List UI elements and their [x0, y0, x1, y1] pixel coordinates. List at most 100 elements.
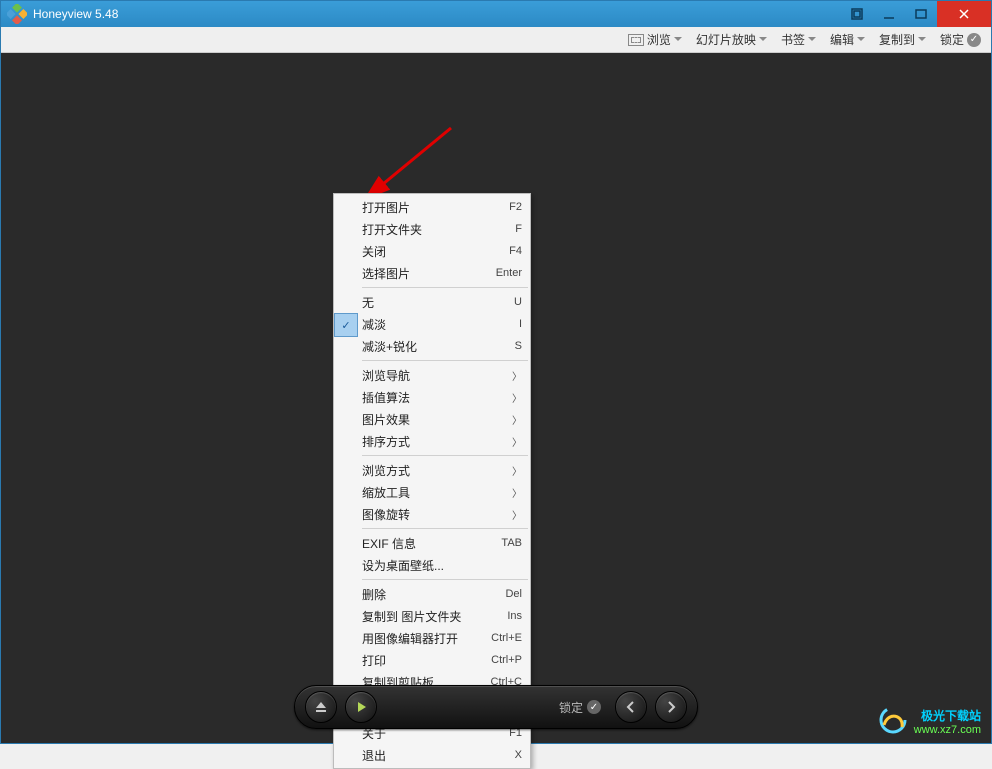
menu-item-label: EXIF 信息 — [362, 535, 501, 552]
menu-item-label: 图片效果 — [362, 411, 512, 428]
menu-item-label: 浏览方式 — [362, 462, 512, 479]
menu-item[interactable]: 无U — [334, 291, 530, 313]
menu-item-shortcut: S — [515, 340, 522, 352]
menu-item-label: 缩放工具 — [362, 484, 512, 501]
menu-separator — [362, 528, 528, 529]
menu-item-shortcut: X — [515, 749, 522, 761]
menu-item-shortcut: U — [514, 296, 522, 308]
menu-item-label: 选择图片 — [362, 265, 496, 282]
app-window: Honeyview 5.48 浏览幻灯片放映书签编辑复制到锁定 打开图片F2打开… — [0, 0, 992, 744]
menu-item-label: 退出 — [362, 747, 515, 764]
menu-item-shortcut: TAB — [501, 537, 522, 549]
chevron-down-icon — [759, 37, 767, 45]
next-button[interactable] — [655, 691, 687, 723]
image-viewport[interactable]: 打开图片F2打开文件夹F关闭F4选择图片Enter无U减淡I减淡+锐化S浏览导航… — [1, 53, 991, 743]
watermark-logo-icon — [876, 703, 910, 737]
menu-item-label: 图像旋转 — [362, 506, 512, 523]
menu-item[interactable]: 设为桌面壁纸... — [334, 554, 530, 576]
chevron-right-icon: 〉 — [512, 485, 522, 500]
menu-item-shortcut: F4 — [509, 245, 522, 257]
toolbar-bookmarks[interactable]: 书签 — [777, 29, 820, 50]
lock-toggle[interactable]: 锁定 — [553, 699, 607, 716]
menu-item[interactable]: 减淡I — [334, 313, 530, 335]
window-title: Honeyview 5.48 — [33, 7, 841, 21]
menu-item-shortcut: Ins — [507, 610, 522, 622]
toolbar-edit[interactable]: 编辑 — [826, 29, 869, 50]
menu-item-shortcut: Enter — [496, 267, 522, 279]
chevron-down-icon — [674, 37, 682, 45]
app-logo-icon — [7, 4, 27, 24]
minimize-button[interactable] — [873, 1, 905, 27]
play-button[interactable] — [345, 691, 377, 723]
menu-item[interactable]: 浏览方式〉 — [334, 459, 530, 481]
context-menu: 打开图片F2打开文件夹F关闭F4选择图片Enter无U减淡I减淡+锐化S浏览导航… — [333, 193, 531, 769]
toolbar: 浏览 幻灯片放映 书签 编辑 复制到 锁定 — [1, 27, 991, 53]
toolbar-label: 浏览 — [647, 31, 671, 48]
menu-separator — [362, 287, 528, 288]
toolbar-slideshow[interactable]: 幻灯片放映 — [692, 29, 771, 50]
menu-item-label: 打印 — [362, 652, 491, 669]
menu-item[interactable]: 退出X — [334, 744, 530, 766]
menu-item[interactable]: 选择图片Enter — [334, 262, 530, 284]
menu-item[interactable]: 打开图片F2 — [334, 196, 530, 218]
chevron-right-icon: 〉 — [512, 434, 522, 449]
menu-item[interactable]: 用图像编辑器打开Ctrl+E — [334, 627, 530, 649]
close-button[interactable] — [937, 1, 991, 27]
menu-item[interactable]: 缩放工具〉 — [334, 481, 530, 503]
menu-item-label: 用图像编辑器打开 — [362, 630, 491, 647]
prev-button[interactable] — [615, 691, 647, 723]
eject-button[interactable] — [305, 691, 337, 723]
menu-item-label: 排序方式 — [362, 433, 512, 450]
menu-item[interactable]: 打印Ctrl+P — [334, 649, 530, 671]
toolbar-label: 复制到 — [879, 31, 915, 48]
menu-item[interactable]: 图片效果〉 — [334, 408, 530, 430]
menu-item-shortcut: F — [515, 223, 522, 235]
menu-item[interactable]: 减淡+锐化S — [334, 335, 530, 357]
watermark-line1: 极光下载站 — [914, 709, 981, 723]
menu-item-shortcut: I — [519, 318, 522, 330]
menu-item[interactable]: 打开文件夹F — [334, 218, 530, 240]
menu-item[interactable]: 删除Del — [334, 583, 530, 605]
chevron-right-icon: 〉 — [512, 390, 522, 405]
fullscreen-button[interactable] — [841, 1, 873, 27]
menu-item-label: 浏览导航 — [362, 367, 512, 384]
menu-item[interactable]: 插值算法〉 — [334, 386, 530, 408]
menu-item-shortcut: Ctrl+P — [491, 654, 522, 666]
menu-separator — [362, 360, 528, 361]
toolbar-label: 锁定 — [940, 31, 964, 48]
toolbar-lock[interactable]: 锁定 — [936, 29, 985, 50]
lock-check-icon — [967, 33, 981, 47]
maximize-button[interactable] — [905, 1, 937, 27]
menu-item-shortcut: Del — [505, 588, 522, 600]
toolbar-fit-view[interactable]: 浏览 — [624, 29, 686, 50]
lock-label: 锁定 — [559, 699, 583, 716]
menu-item-label: 复制到 图片文件夹 — [362, 608, 507, 625]
toolbar-label: 书签 — [781, 31, 805, 48]
menu-item-label: 无 — [362, 294, 514, 311]
menu-item-label: 删除 — [362, 586, 505, 603]
menu-separator — [362, 455, 528, 456]
menu-item[interactable]: EXIF 信息TAB — [334, 532, 530, 554]
menu-item[interactable]: 浏览导航〉 — [334, 364, 530, 386]
toolbar-label: 编辑 — [830, 31, 854, 48]
menu-item-label: 打开文件夹 — [362, 221, 515, 238]
menu-item-label: 减淡+锐化 — [362, 338, 515, 355]
chevron-right-icon: 〉 — [512, 368, 522, 383]
menu-item[interactable]: 复制到 图片文件夹Ins — [334, 605, 530, 627]
menu-item-label: 插值算法 — [362, 389, 512, 406]
menu-item-label: 关闭 — [362, 243, 509, 260]
watermark: 极光下载站 www.xz7.com — [876, 703, 981, 737]
menu-item[interactable]: 关闭F4 — [334, 240, 530, 262]
titlebar: Honeyview 5.48 — [1, 1, 991, 27]
menu-item[interactable]: 图像旋转〉 — [334, 503, 530, 525]
menu-item-shortcut: Ctrl+E — [491, 632, 522, 644]
lock-check-icon — [587, 700, 601, 714]
toolbar-copy-to[interactable]: 复制到 — [875, 29, 930, 50]
menu-item-label: 打开图片 — [362, 199, 509, 216]
menu-item[interactable]: 排序方式〉 — [334, 430, 530, 452]
menu-item-label: 设为桌面壁纸... — [362, 557, 522, 574]
chevron-down-icon — [857, 37, 865, 45]
toolbar-label: 幻灯片放映 — [696, 31, 756, 48]
menu-separator — [362, 579, 528, 580]
menu-item-shortcut: F2 — [509, 201, 522, 213]
